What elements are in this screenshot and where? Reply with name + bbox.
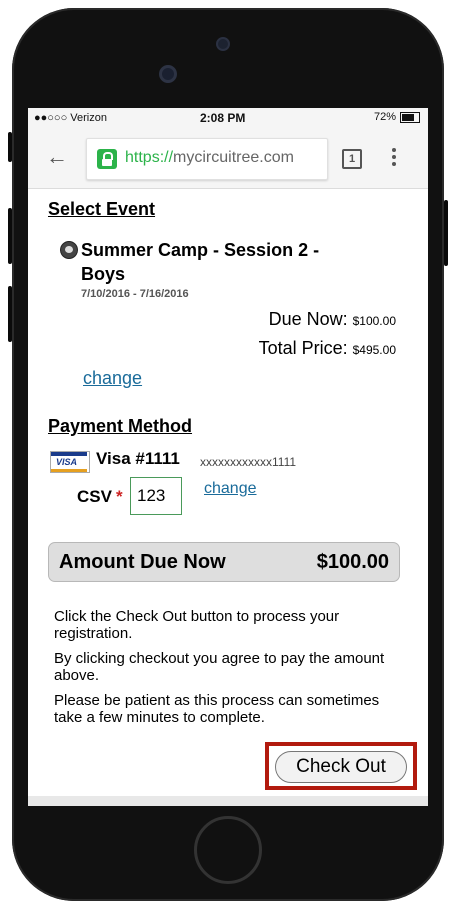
total-price-label: Total Price: xyxy=(258,338,348,358)
battery-status: 72% xyxy=(374,111,420,123)
note-patience: Please be patient as this process can so… xyxy=(54,692,380,726)
volume-down-button xyxy=(8,286,12,342)
csv-label-text: CSV xyxy=(77,487,112,506)
battery-percent: 72% xyxy=(373,111,396,123)
check-out-button[interactable]: Check Out xyxy=(275,751,407,783)
volume-up-button xyxy=(8,208,12,264)
card-name: Visa #1111 xyxy=(96,449,180,468)
note-agreement: By clicking checkout you agree to pay th… xyxy=(54,650,385,684)
event-name: Summer Camp - Session 2 - Boys xyxy=(81,240,320,284)
screen-bottom-bar xyxy=(28,796,428,806)
status-bar: ●●○○○ Verizon 2:08 PM 72% xyxy=(28,108,428,128)
url-host: mycircuitree.com xyxy=(173,149,294,166)
url-text: https://mycircuitree.com xyxy=(125,149,294,167)
csv-label: CSV * xyxy=(77,487,123,507)
screen: ●●○○○ Verizon 2:08 PM 72% ← https://myci… xyxy=(28,108,428,806)
power-button xyxy=(444,200,448,266)
event-radio-icon[interactable] xyxy=(60,241,78,259)
lock-icon xyxy=(97,149,117,169)
note-process: Click the Check Out button to process yo… xyxy=(54,608,340,642)
browser-toolbar: ← https://mycircuitree.com 1 xyxy=(28,128,428,189)
overflow-menu-icon[interactable] xyxy=(392,148,396,169)
amount-due-bar: Amount Due Now $100.00 xyxy=(48,542,400,582)
amount-due-label: Amount Due Now xyxy=(59,551,226,573)
event-dates: 7/10/2016 - 7/16/2016 xyxy=(81,288,189,300)
camera-icon xyxy=(159,65,177,83)
total-price-value: $495.00 xyxy=(352,343,396,357)
due-now-label: Due Now: xyxy=(268,309,348,329)
change-payment-link[interactable]: change xyxy=(204,480,257,498)
change-event-link[interactable]: change xyxy=(83,368,142,389)
amount-due-value: $100.00 xyxy=(316,551,389,573)
visa-card-icon: VISA xyxy=(50,451,90,473)
earpiece-icon xyxy=(216,37,230,51)
home-button[interactable] xyxy=(194,816,262,884)
checkout-highlight: Check Out xyxy=(265,742,417,790)
back-arrow-icon[interactable]: ← xyxy=(46,146,68,168)
due-now-value: $100.00 xyxy=(352,314,396,328)
total-price-row: Total Price: $495.00 xyxy=(259,338,396,359)
tabs-icon[interactable]: 1 xyxy=(342,149,362,169)
url-scheme: https:// xyxy=(125,149,174,166)
carrier-label: ●●○○○ Verizon xyxy=(34,112,107,124)
csv-input[interactable] xyxy=(130,477,182,515)
mute-switch xyxy=(8,132,12,162)
card-number-masked: xxxxxxxxxxxx1111 xyxy=(200,455,297,469)
required-marker: * xyxy=(115,487,123,506)
phone-frame: ●●○○○ Verizon 2:08 PM 72% ← https://myci… xyxy=(8,8,448,901)
select-event-heading: Select Event xyxy=(48,199,156,219)
payment-method-heading: Payment Method xyxy=(48,416,193,436)
visa-logo-text: VISA xyxy=(56,457,78,467)
checkout-notes: Click the Check Out button to process yo… xyxy=(54,608,394,734)
battery-icon xyxy=(400,111,420,123)
due-now-row: Due Now: $100.00 xyxy=(269,309,396,330)
url-bar[interactable]: https://mycircuitree.com xyxy=(86,138,328,180)
clock: 2:08 PM xyxy=(200,111,246,125)
